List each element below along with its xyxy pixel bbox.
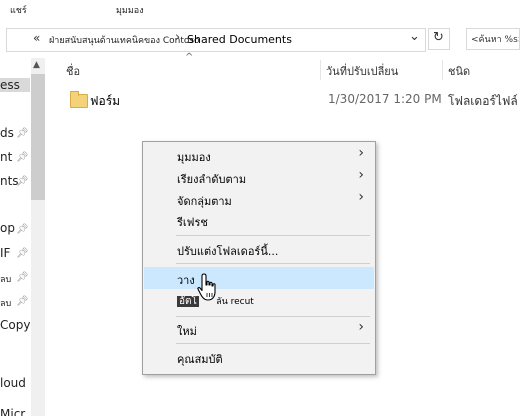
menu-item-view[interactable]: มุมมอง › [144, 145, 374, 165]
menu-separator [176, 343, 370, 344]
file-modified: 1/30/2017 1:20 PM [328, 92, 442, 106]
scroll-up-icon[interactable]: ▲ [33, 60, 40, 70]
chevron-right-icon: › [358, 167, 364, 183]
pin-icon: 📌︎ [16, 296, 29, 307]
refresh-button[interactable]: ↻ [428, 28, 450, 50]
breadcrumb-separator: › [175, 30, 181, 45]
menu-separator [176, 235, 370, 236]
column-type[interactable]: ชนิด [448, 62, 470, 80]
menu-item-label: คุณสมบัติ [177, 353, 223, 366]
file-type: โฟลเดอร์ไฟล์ [448, 94, 518, 108]
pin-icon: 📌︎ [16, 224, 29, 235]
chevron-right-icon: › [358, 319, 364, 335]
pin-icon: 📌︎ [16, 272, 29, 283]
menu-item-label: ใหม่ [177, 325, 197, 338]
sort-indicator: ^ [185, 52, 194, 63]
column-name[interactable]: ชื่อ [66, 62, 80, 80]
pin-icon: 📌︎ [16, 152, 29, 163]
menu-item-label: วาง [177, 274, 195, 287]
column-divider[interactable] [320, 60, 321, 80]
file-row[interactable]: ฟอร์ม 1/30/2017 1:20 PM โฟลเดอร์ไฟล์ [62, 86, 520, 112]
pin-icon: 📌︎ [16, 248, 29, 259]
hand-cursor-icon [197, 273, 216, 301]
nav-scrollbar-thumb[interactable] [31, 74, 45, 200]
tab-view[interactable]: มุมมอง [116, 3, 144, 17]
pin-icon: 📌︎ [16, 176, 29, 187]
search-input[interactable]: <ค้นหา %s> [466, 28, 520, 50]
nav-item[interactable]: CopyF [0, 318, 30, 332]
menu-item-label: มุมมอง [177, 151, 211, 164]
pin-icon: 📌︎ [16, 128, 29, 139]
menu-item-group-by[interactable]: จัดกลุ่มตาม › [144, 189, 374, 209]
column-divider[interactable] [442, 60, 443, 80]
tab-share[interactable]: แชร์ [10, 3, 27, 17]
back-icon[interactable]: « [33, 31, 40, 45]
menu-item-customize-folder[interactable]: ปรับแต่งโฟลเดอร์นี้... [144, 239, 374, 259]
menu-item-label: เรียงลำดับตาม [177, 173, 247, 186]
menu-separator [176, 263, 370, 264]
column-modified[interactable]: วันที่ปรับเปลี่ยน [326, 62, 398, 80]
dropdown-icon[interactable]: ⌄ [409, 29, 420, 44]
menu-item-paste[interactable]: วาง [144, 267, 374, 289]
breadcrumb-current[interactable]: Shared Documents [187, 33, 292, 46]
menu-item-label: จัดกลุ่มตาม [177, 195, 232, 208]
refresh-icon: ↻ [433, 30, 444, 45]
chevron-right-icon: › [358, 145, 364, 161]
ribbon: แชร์ มุมมอง [0, 0, 520, 22]
file-name: ฟอร์ม [90, 94, 121, 108]
nav-item[interactable]: ess [0, 78, 30, 92]
menu-separator [176, 316, 370, 317]
nav-item[interactable]: Micr [0, 407, 30, 416]
menu-item-label: ปรับแต่งโฟลเดอร์นี้... [177, 245, 279, 258]
folder-icon [70, 91, 88, 108]
menu-item-sort-by[interactable]: เรียงลำดับตาม › [144, 167, 374, 187]
address-row: « ฝ่ายสนับสนุนด้านเทคนิคของ Contoso › Sh… [0, 24, 520, 54]
menu-item-label: รีเฟรช [177, 216, 208, 229]
menu-item-refresh[interactable]: รีเฟรช [144, 210, 374, 230]
menu-item-paste-shortcut[interactable]: อัตโ ลัน recut [144, 291, 374, 311]
nav-item[interactable]: loud [0, 376, 30, 390]
context-menu: มุมมอง › เรียงลำดับตาม › จัดกลุ่มตาม › ร… [142, 141, 376, 375]
chevron-right-icon: › [358, 189, 364, 205]
address-bar[interactable]: « ฝ่ายสนับสนุนด้านเทคนิคของ Contoso › Sh… [6, 28, 426, 52]
menu-item-properties[interactable]: คุณสมบัติ [144, 347, 374, 367]
menu-item-new[interactable]: ใหม่ › [144, 319, 374, 339]
